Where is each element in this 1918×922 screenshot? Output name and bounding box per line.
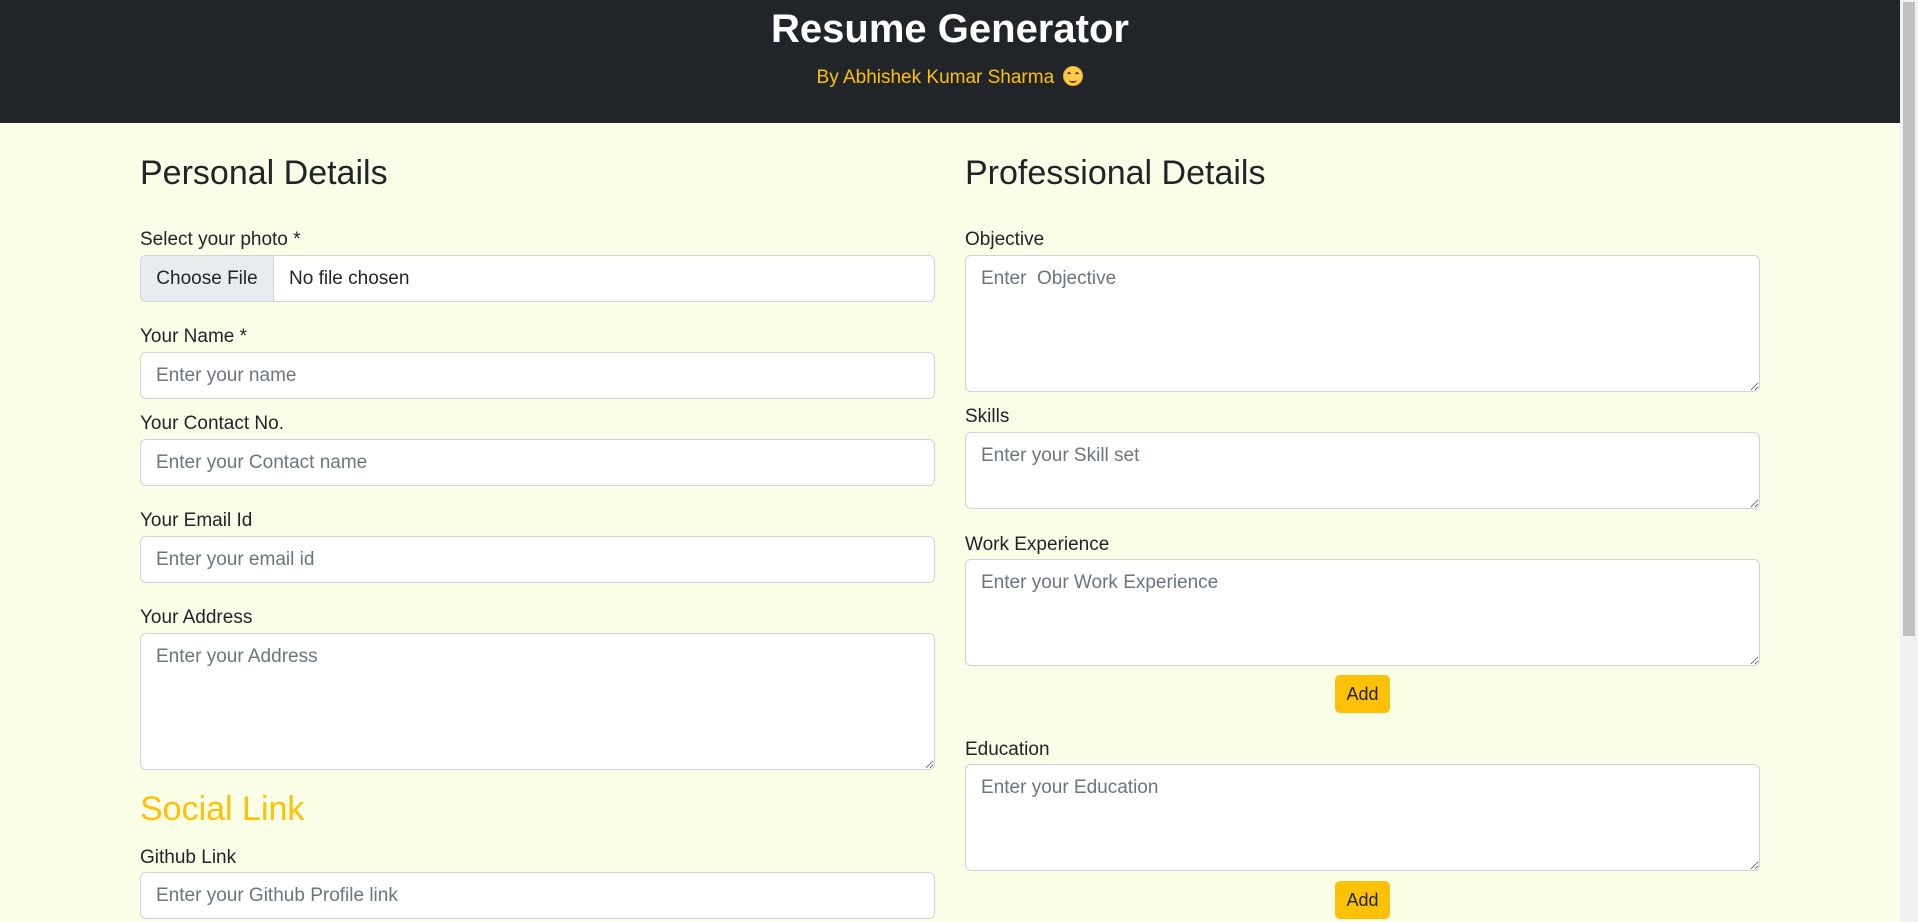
page-header: Resume Generator By Abhishek Kumar Sharm… — [0, 0, 1900, 123]
skills-textarea[interactable] — [965, 432, 1760, 509]
skills-label: Skills — [965, 406, 1010, 427]
add-education-button[interactable]: Add — [1335, 881, 1390, 919]
work-experience-label: Work Experience — [965, 534, 1110, 555]
author-byline: By Abhishek Kumar Sharma — [0, 66, 1900, 89]
education-textarea[interactable] — [965, 764, 1760, 871]
github-label: Github Link — [140, 847, 237, 868]
scrollbar-thumb[interactable] — [1903, 2, 1915, 636]
contact-label: Your Contact No. — [140, 413, 284, 434]
photo-label: Select your photo * — [140, 229, 301, 250]
address-textarea[interactable] — [140, 633, 935, 770]
smiley-icon — [1063, 66, 1084, 86]
social-link-heading: Social Link — [140, 790, 305, 828]
name-label: Your Name * — [140, 326, 248, 347]
address-label: Your Address — [140, 607, 253, 628]
github-input[interactable] — [140, 872, 935, 919]
professional-details-heading: Professional Details — [965, 154, 1266, 192]
page-scrollbar[interactable] — [1900, 0, 1918, 922]
page-title: Resume Generator — [771, 7, 1129, 51]
add-work-experience-button[interactable]: Add — [1335, 675, 1390, 713]
objective-textarea[interactable] — [965, 255, 1760, 392]
objective-label: Objective — [965, 229, 1045, 250]
education-label: Education — [965, 739, 1050, 760]
email-input[interactable] — [140, 536, 935, 583]
work-experience-textarea[interactable] — [965, 559, 1760, 666]
contact-input[interactable] — [140, 439, 935, 486]
author-name: By Abhishek Kumar Sharma — [816, 67, 1055, 88]
file-status: No file chosen — [289, 268, 410, 289]
photo-file-input[interactable]: Choose File No file chosen — [140, 255, 935, 302]
personal-details-heading: Personal Details — [140, 154, 388, 192]
name-input[interactable] — [140, 352, 935, 399]
choose-file-button[interactable]: Choose File — [141, 256, 274, 301]
email-label: Your Email Id — [140, 510, 253, 531]
